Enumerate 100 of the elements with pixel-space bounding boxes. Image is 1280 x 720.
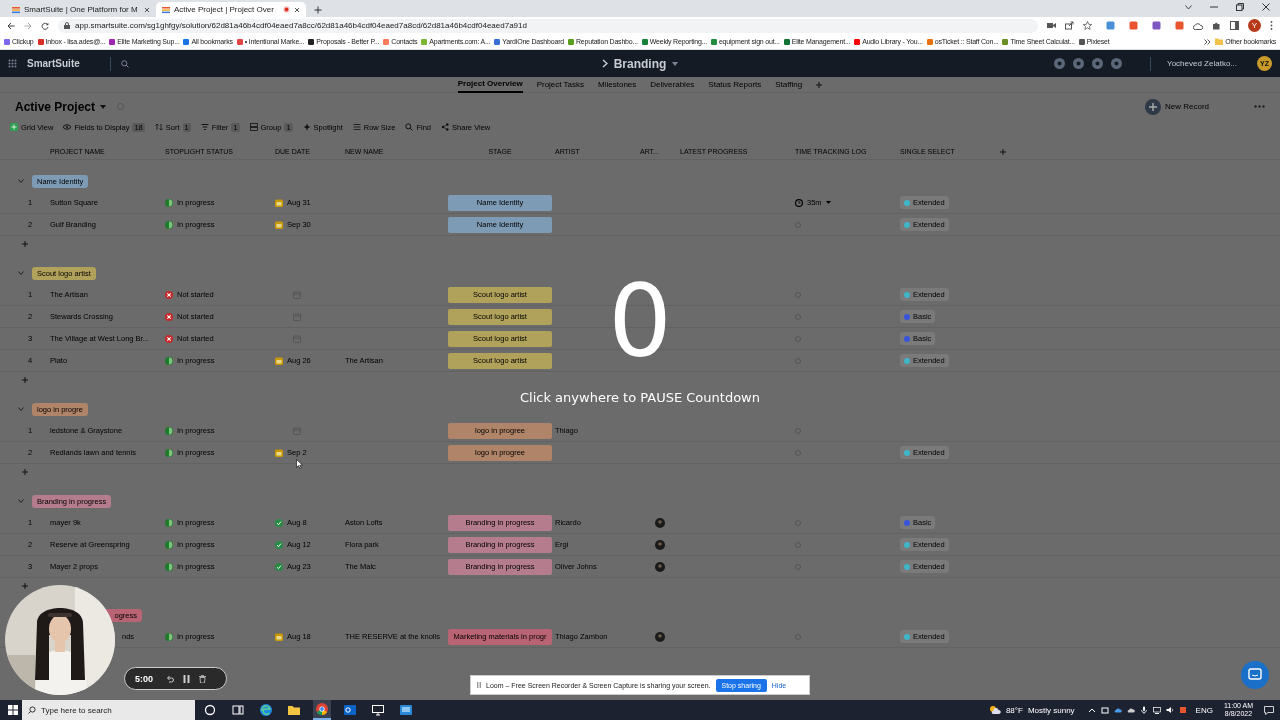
chevron-down-icon[interactable]	[18, 179, 24, 183]
filter-icon	[200, 123, 209, 131]
sort-icon	[154, 123, 163, 131]
lock-icon	[64, 22, 70, 29]
address-bar[interactable]: app.smartsuite.com/sg1ghfgy/solution/62d81a46b4cdf04eaed7a8cc/62d81a46b4cdf04eaed7a8cd/62d81a46b4cdf04eaed7a91d	[58, 18, 1038, 33]
search-icon	[405, 123, 414, 131]
round-icon[interactable]	[1092, 58, 1104, 69]
plus-icon[interactable]	[22, 377, 28, 383]
view-tab[interactable]: Project Tasks	[536, 76, 585, 93]
camera-icon[interactable]	[1047, 21, 1056, 30]
plus-icon[interactable]	[816, 81, 823, 88]
maximize-icon[interactable]	[1236, 3, 1244, 11]
recording-timer: 5:00	[135, 673, 153, 684]
cloud-icon[interactable]	[1193, 21, 1203, 30]
caret-icon[interactable]	[825, 201, 831, 204]
network-icon[interactable]	[1152, 706, 1161, 714]
chevron-down-icon[interactable]	[18, 271, 24, 275]
pause-icon[interactable]	[183, 674, 190, 683]
view-tab[interactable]: Milestones	[598, 76, 637, 93]
app-icon[interactable]	[1178, 706, 1187, 714]
extension-icon[interactable]	[1152, 21, 1161, 30]
puzzle-icon[interactable]	[1212, 21, 1221, 30]
round-icon[interactable]	[1073, 58, 1085, 69]
solution-title[interactable]: Branding	[613, 56, 667, 71]
window-icon[interactable]	[399, 703, 413, 717]
group-icon	[249, 123, 258, 131]
view-tab[interactable]: Status Reports	[708, 76, 762, 93]
close-icon[interactable]	[1262, 3, 1270, 11]
chevron-right-icon	[601, 59, 608, 68]
clock-icon	[795, 198, 803, 207]
logo-icon	[12, 5, 20, 14]
close-icon[interactable]	[294, 6, 300, 13]
cursor-icon	[296, 459, 303, 469]
notification-icon[interactable]	[1264, 705, 1274, 715]
more-icon[interactable]	[1270, 21, 1273, 30]
weather-icon	[988, 705, 1001, 715]
plus-icon[interactable]	[314, 6, 322, 14]
search-icon	[28, 706, 36, 714]
close-icon[interactable]	[144, 6, 150, 13]
circle-icon[interactable]	[203, 703, 217, 717]
side-panel-icon[interactable]	[1230, 21, 1239, 30]
trash-icon[interactable]	[199, 674, 206, 683]
chevron-up-icon[interactable]	[1087, 706, 1096, 714]
chevron-right-icon[interactable]	[1204, 38, 1212, 45]
plus-icon[interactable]	[22, 583, 28, 589]
reload-icon[interactable]	[41, 21, 49, 30]
windows-icon[interactable]	[8, 705, 18, 715]
back-icon[interactable]	[7, 21, 15, 30]
new-record-button[interactable]: New Record	[1145, 98, 1209, 115]
plus-icon[interactable]	[22, 241, 28, 247]
more-icon[interactable]	[1254, 105, 1265, 108]
countdown-number: 0	[608, 272, 672, 372]
round-icon[interactable]	[1111, 58, 1123, 69]
caret-icon[interactable]	[100, 104, 107, 109]
chat-icon[interactable]	[1241, 661, 1269, 689]
plus-icon[interactable]	[22, 469, 28, 475]
plus-icon[interactable]	[1000, 148, 1006, 155]
grid-icon	[10, 123, 18, 131]
logo-icon[interactable]	[1129, 21, 1138, 30]
temperature: 88°F	[1005, 705, 1023, 715]
monitor-icon[interactable]	[371, 703, 385, 717]
sparkle-icon	[302, 123, 311, 131]
page-title: Active Project	[15, 99, 96, 114]
share-icon	[441, 123, 450, 131]
search-icon[interactable]	[120, 59, 129, 68]
chevron-down-icon[interactable]	[18, 499, 24, 503]
round-icon[interactable]	[1054, 58, 1066, 69]
task-view-icon[interactable]	[231, 703, 245, 717]
apps-grid-icon[interactable]	[8, 59, 17, 68]
extension-icon[interactable]	[1175, 21, 1184, 30]
folder-icon	[1215, 38, 1224, 45]
microphone-icon[interactable]	[1139, 706, 1148, 714]
folder-icon[interactable]	[287, 703, 301, 717]
star-icon[interactable]	[1083, 21, 1092, 30]
view-tab[interactable]: Project Overview	[457, 76, 523, 93]
chrome-icon[interactable]	[315, 702, 329, 716]
mail-icon[interactable]	[343, 703, 357, 717]
browser-icon[interactable]	[259, 703, 273, 717]
profile-avatar[interactable]: Y	[1248, 19, 1261, 32]
chevron-down-icon[interactable]	[1185, 4, 1192, 10]
browser-tab[interactable]: Active Project | Project Over	[156, 2, 306, 17]
weather-text: Mostly sunny	[1027, 705, 1075, 715]
taskbar-search[interactable]: Type here to search	[22, 700, 195, 720]
share-icon[interactable]	[1065, 21, 1074, 30]
undo-icon[interactable]	[166, 674, 174, 683]
logo-icon	[162, 5, 170, 14]
plus-circle-icon	[1145, 98, 1161, 115]
window-icon[interactable]	[1100, 706, 1109, 714]
eye-icon	[63, 123, 72, 131]
chevron-down-icon[interactable]	[18, 407, 24, 411]
language-indicator[interactable]: ENG	[1195, 705, 1213, 715]
user-name: Yocheved Zelatko...	[1167, 59, 1237, 68]
countdown-hint: Click anywhere to PAUSE Countdown	[520, 390, 760, 405]
browser-tab[interactable]: SmartSuite | One Platform for M	[6, 2, 156, 17]
rows-icon	[352, 123, 361, 131]
view-tab[interactable]: Staffing	[775, 76, 803, 93]
caret-icon[interactable]	[672, 61, 679, 66]
view-tab[interactable]: Deliverables	[650, 76, 695, 93]
speaker-icon[interactable]	[1165, 706, 1174, 714]
app-logo: SmartSuite	[27, 58, 80, 69]
